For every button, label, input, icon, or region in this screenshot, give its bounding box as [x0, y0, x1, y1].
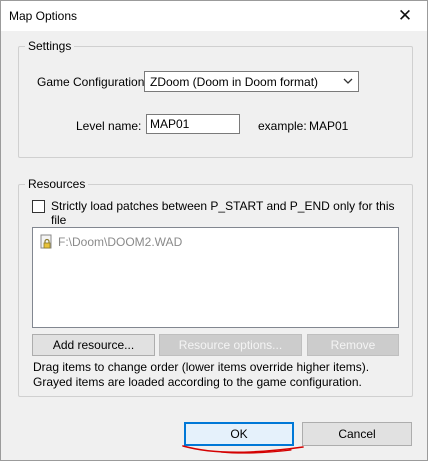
resources-group: Resources Strictly load patches between …	[18, 177, 413, 397]
strict-patches-checkbox[interactable]	[32, 200, 45, 213]
remove-button[interactable]: Remove	[307, 334, 399, 356]
add-resource-label: Add resource...	[52, 338, 135, 352]
close-button[interactable]: ✕	[383, 1, 427, 31]
cancel-button[interactable]: Cancel	[302, 422, 412, 446]
chevron-down-icon	[343, 78, 353, 84]
settings-group: Settings Game Configuration: ZDoom (Doom…	[18, 39, 413, 158]
level-name-value: MAP01	[150, 117, 190, 131]
hint-line-2: Grayed items are loaded according to the…	[33, 375, 362, 389]
window-title: Map Options	[9, 9, 78, 23]
locked-file-icon	[40, 234, 52, 249]
list-item[interactable]: F:\Doom\DOOM2.WAD	[39, 234, 182, 250]
close-icon: ✕	[397, 6, 413, 25]
game-config-value: ZDoom (Doom in Doom format)	[150, 75, 319, 89]
resources-hint: Drag items to change order (lower items …	[33, 360, 369, 390]
example-value: MAP01	[309, 119, 349, 133]
hint-line-1: Drag items to change order (lower items …	[33, 360, 370, 374]
level-name-label: Level name:	[76, 119, 142, 133]
resources-legend: Resources	[25, 177, 89, 191]
red-underline-annotation	[182, 445, 304, 454]
resource-path: F:\Doom\DOOM2.WAD	[58, 235, 183, 249]
map-options-dialog: Map Options ✕ Settings Game Configuratio…	[0, 0, 428, 461]
settings-legend: Settings	[25, 39, 75, 53]
game-config-select[interactable]: ZDoom (Doom in Doom format)	[144, 71, 359, 92]
resource-options-label: Resource options...	[178, 338, 283, 352]
level-name-input[interactable]: MAP01	[146, 114, 240, 134]
strict-patches-label[interactable]: Strictly load patches between P_START an…	[51, 199, 412, 227]
add-resource-button[interactable]: Add resource...	[32, 334, 155, 356]
ok-label: OK	[230, 427, 248, 441]
resources-list[interactable]: F:\Doom\DOOM2.WAD	[32, 227, 399, 328]
game-config-label: Game Configuration:	[37, 75, 148, 89]
cancel-label: Cancel	[338, 427, 376, 441]
remove-label: Remove	[330, 338, 376, 352]
example-label: example:	[258, 119, 307, 133]
resource-options-button[interactable]: Resource options...	[159, 334, 302, 356]
title-bar: Map Options ✕	[1, 1, 427, 31]
